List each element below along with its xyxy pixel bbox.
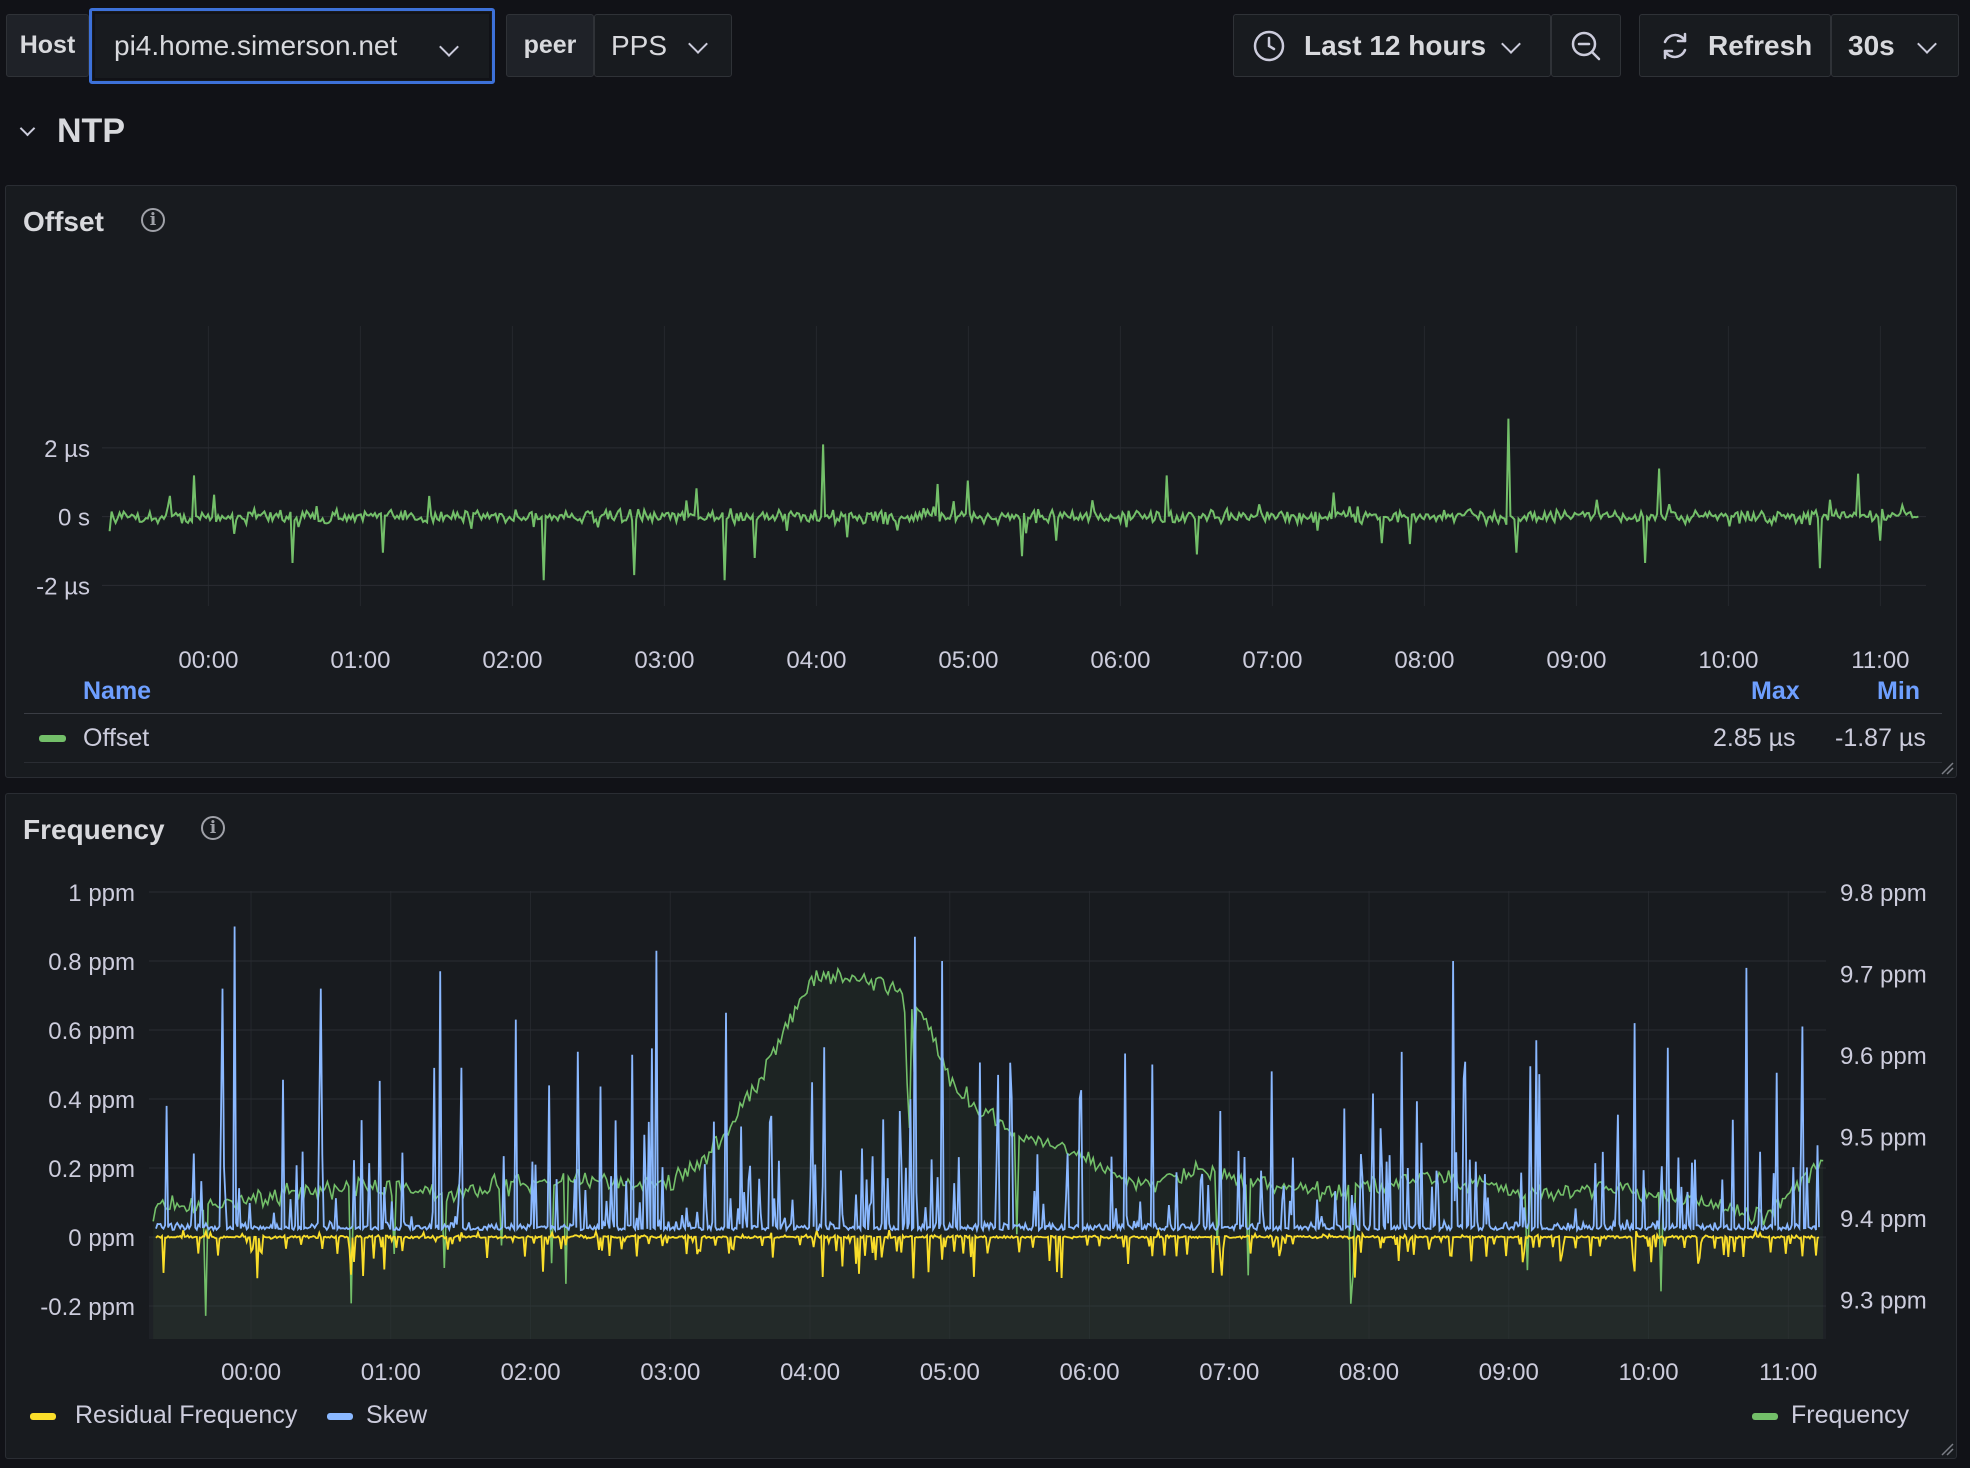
y-right-tick-label: 9.5 ppm — [1840, 1125, 1927, 1152]
time-range-label: Last 12 hours — [1304, 29, 1487, 61]
row-toggle-ntp[interactable]: NTP — [19, 112, 125, 151]
refresh-interval-value: 30s — [1848, 29, 1895, 61]
chevron-down-icon — [439, 37, 459, 57]
resize-handle-icon[interactable] — [1940, 761, 1954, 775]
y-left-tick-label: 0 ppm — [68, 1225, 135, 1252]
host-select[interactable]: pi4.home.simerson.net — [89, 8, 495, 84]
legend-residual-label: Residual Frequency — [75, 1401, 298, 1429]
y-right-tick-label: 9.3 ppm — [1840, 1288, 1927, 1315]
x-tick-label: 05:00 — [920, 1359, 980, 1386]
x-tick-label: 00:00 — [221, 1359, 281, 1386]
skew-swatch — [327, 1413, 353, 1420]
x-tick-label: 04:00 — [786, 647, 846, 674]
offset-swatch — [39, 735, 66, 742]
zoom-out-button[interactable] — [1551, 14, 1621, 77]
frequency-series-area — [153, 969, 1824, 1339]
frequency-swatch — [1752, 1413, 1778, 1420]
x-tick-label: 09:00 — [1546, 647, 1606, 674]
x-tick-label: 05:00 — [938, 647, 998, 674]
x-tick-label: 03:00 — [640, 1359, 700, 1386]
x-tick-label: 11:00 — [1759, 1359, 1817, 1386]
x-tick-label: 03:00 — [634, 647, 694, 674]
offset-chart[interactable]: 00:00 01:00 02:00 03:00 04:00 05:00 06:00 07:00… — [6, 186, 1958, 676]
x-tick-label: 07:00 — [1242, 647, 1302, 674]
legend-skew-label: Skew — [366, 1401, 428, 1429]
y-left-tick-label: -0.2 ppm — [40, 1294, 135, 1321]
legend-row-offset[interactable]: Offset 2.85 µs -1.87 µs — [6, 714, 1958, 762]
x-tick-label: 09:00 — [1479, 1359, 1539, 1386]
y-right-tick-label: 9.4 ppm — [1840, 1206, 1927, 1233]
frequency-panel: Frequency i 00:00 01:00 02:00 03:00 04:00 05:… — [5, 793, 1957, 1459]
legend-bottom-divider — [24, 762, 1942, 763]
frequency-chart[interactable]: 00:00 01:00 02:00 03:00 04:00 05:00 06:00 07:00… — [6, 794, 1958, 1394]
x-tick-label: 10:00 — [1618, 1359, 1678, 1386]
peer-label-text: peer — [523, 31, 577, 59]
x-tick-label: 01:00 — [330, 647, 390, 674]
chevron-down-icon — [19, 120, 36, 137]
x-tick-label: 02:00 — [500, 1359, 560, 1386]
x-tick-label: 01:00 — [361, 1359, 421, 1386]
host-label-text: Host — [19, 31, 76, 59]
residual-swatch — [30, 1413, 56, 1420]
x-tick-label: 06:00 — [1059, 1359, 1119, 1386]
y-right-tick-label: 9.6 ppm — [1840, 1043, 1927, 1070]
y-left-tick-label: 1 ppm — [68, 880, 135, 907]
resize-handle-icon[interactable] — [1940, 1442, 1954, 1456]
zoom-out-icon — [1571, 31, 1601, 60]
x-tick-label: 06:00 — [1090, 647, 1150, 674]
host-select-value: pi4.home.simerson.net — [114, 30, 398, 61]
chevron-down-icon — [688, 34, 708, 54]
x-tick-label: 08:00 — [1339, 1359, 1399, 1386]
host-variable-label: Host — [6, 14, 89, 77]
refresh-icon — [1663, 32, 1687, 59]
chevron-down-icon — [1501, 34, 1521, 54]
clock-icon — [1253, 30, 1285, 61]
chevron-down-icon — [1917, 34, 1937, 54]
legend-offset-min: -1.87 µs — [1835, 724, 1926, 752]
y-tick-label: 0 s — [58, 505, 90, 532]
legend-max-header[interactable]: Max — [1751, 677, 1800, 706]
x-tick-label: 00:00 — [178, 647, 238, 674]
y-left-tick-label: 0.4 ppm — [48, 1087, 135, 1114]
peer-select-value: PPS — [611, 29, 668, 61]
x-tick-label: 10:00 — [1698, 647, 1758, 674]
y-left-tick-label: 0.2 ppm — [48, 1156, 135, 1183]
dashboard-toolbar: Host pi4.home.simerson.net peer PPS Last… — [0, 0, 1970, 92]
legend-frequency-label: Frequency — [1791, 1401, 1910, 1429]
x-tick-label: 04:00 — [780, 1359, 840, 1386]
offset-panel: Offset i 00:00 01:00 02:00 03:00 04:00 05:00 0… — [5, 185, 1957, 778]
peer-variable-label: peer — [506, 14, 594, 77]
legend-item-frequency[interactable]: Frequency — [1746, 1394, 1946, 1434]
x-tick-label: 08:00 — [1394, 647, 1454, 674]
y-left-tick-label: 0.8 ppm — [48, 949, 135, 976]
y-left-tick-label: 0.6 ppm — [48, 1018, 135, 1045]
peer-select[interactable]: PPS — [594, 14, 732, 77]
row-title: NTP — [57, 112, 125, 150]
refresh-label: Refresh — [1708, 29, 1813, 61]
refresh-button[interactable]: Refresh — [1639, 14, 1831, 77]
legend-name-header[interactable]: Name — [83, 677, 151, 706]
legend-item-skew[interactable]: Skew — [316, 1394, 446, 1434]
x-tick-label: 11:00 — [1851, 647, 1909, 674]
legend-min-header[interactable]: Min — [1877, 677, 1920, 706]
y-right-tick-label: 9.7 ppm — [1840, 962, 1927, 989]
x-tick-label: 07:00 — [1199, 1359, 1259, 1386]
x-tick-label: 02:00 — [482, 647, 542, 674]
y-tick-label: -2 µs — [36, 573, 90, 600]
y-right-tick-label: 9.8 ppm — [1840, 880, 1927, 907]
refresh-interval-select[interactable]: 30s — [1831, 14, 1959, 77]
offset-series-line — [108, 418, 1919, 581]
legend-offset-max: 2.85 µs — [1713, 724, 1796, 752]
y-tick-label: 2 µs — [44, 436, 90, 463]
legend-series-offset: Offset — [83, 724, 150, 752]
time-range-picker[interactable]: Last 12 hours — [1233, 14, 1551, 77]
